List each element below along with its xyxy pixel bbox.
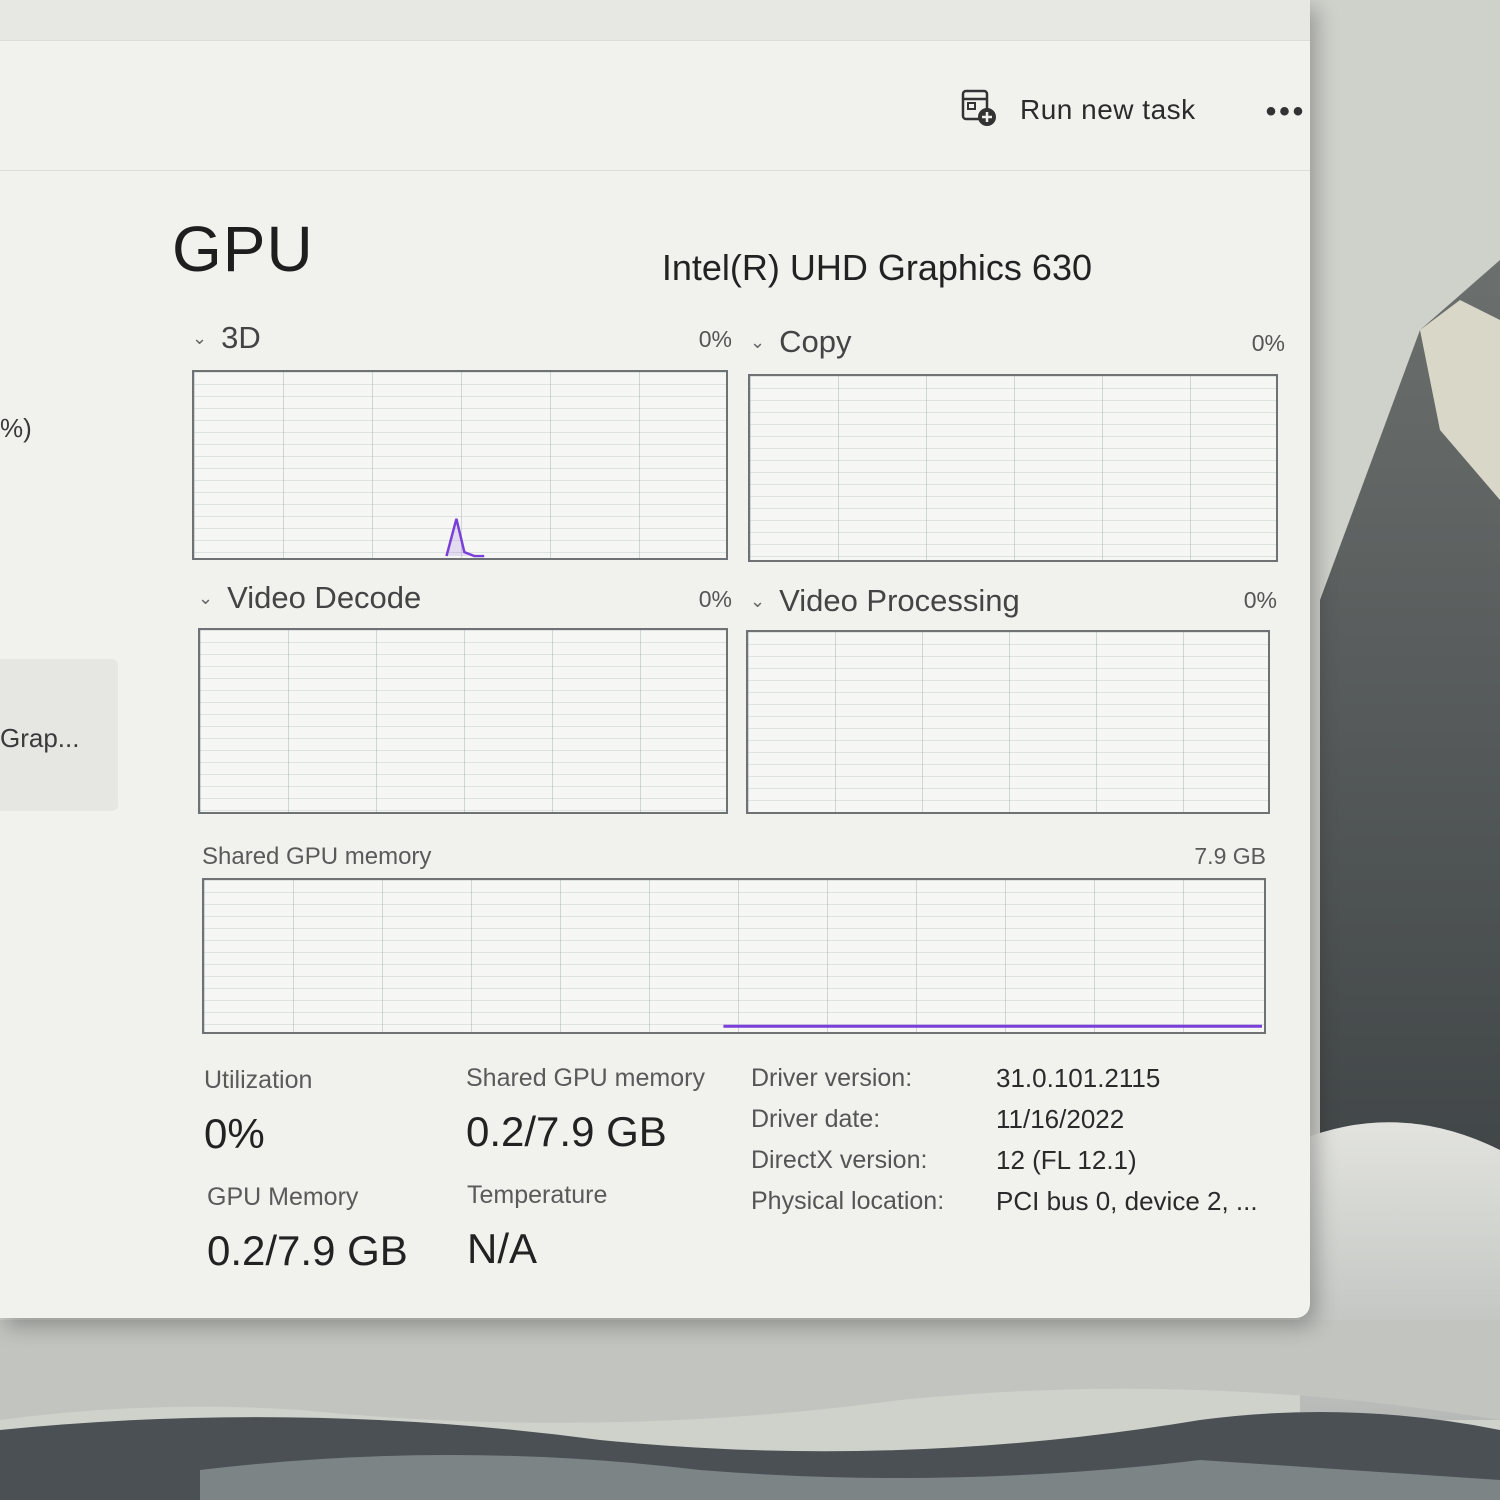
shared-memory-label: Shared GPU memory — [466, 1064, 705, 1092]
physical-location-key: Physical location: — [751, 1187, 945, 1215]
utilization-label: Utilization — [204, 1066, 313, 1094]
sidebar-fragment-gpu-name[interactable]: Grap... — [0, 723, 79, 754]
engine-video-decode-selector[interactable]: ⌄ Video Decode — [198, 580, 421, 616]
more-options-button[interactable]: ••• — [1262, 92, 1310, 132]
task-manager-window: %) Grap... Run new task ••• GPU Intel(R)… — [0, 0, 1310, 1318]
page-title: GPU — [172, 213, 314, 285]
run-task-icon — [960, 88, 1000, 133]
run-new-task-button[interactable]: Run new task — [960, 86, 1196, 134]
engine-video-processing-selector[interactable]: ⌄ Video Processing — [750, 583, 1020, 619]
directx-version-value: 12 (FL 12.1) — [996, 1145, 1137, 1175]
shared-memory-graph-label: Shared GPU memory — [202, 843, 432, 870]
engine-video-processing-label: Video Processing — [779, 583, 1020, 618]
utilization-value: 0% — [204, 1110, 265, 1157]
shared-memory-graph — [202, 878, 1266, 1034]
engine-copy-selector[interactable]: ⌄ Copy — [750, 324, 851, 360]
gpu-memory-label: GPU Memory — [207, 1183, 359, 1211]
temperature-value: N/A — [467, 1225, 538, 1272]
temperature-label: Temperature — [467, 1181, 608, 1209]
engine-copy-graph — [748, 374, 1278, 562]
chevron-down-icon: ⌄ — [750, 590, 766, 611]
gpu-memory-value: 0.2/7.9 GB — [207, 1227, 408, 1274]
driver-version-value: 31.0.101.2115 — [996, 1063, 1161, 1093]
gpu-device-name: Intel(R) UHD Graphics 630 — [661, 247, 1092, 288]
chevron-down-icon: ⌄ — [750, 331, 766, 352]
engine-video-decode-percent: 0% — [698, 586, 732, 612]
engine-3d-graph — [192, 370, 728, 560]
engine-video-processing-percent: 0% — [1243, 587, 1277, 613]
sidebar: %) Grap... — [0, 171, 120, 1318]
engine-copy-label: Copy — [779, 324, 852, 359]
engine-video-processing-graph — [746, 630, 1270, 814]
driver-date-key: Driver date: — [751, 1105, 881, 1133]
driver-version-key: Driver version: — [751, 1064, 913, 1092]
shared-memory-value: 0.2/7.9 GB — [466, 1108, 667, 1155]
directx-version-key: DirectX version: — [751, 1146, 928, 1174]
engine-3d-label: 3D — [221, 320, 261, 355]
more-icon: ••• — [1265, 95, 1307, 128]
chevron-down-icon: ⌄ — [198, 587, 214, 608]
shared-memory-graph-max: 7.9 GB — [1194, 843, 1266, 869]
engine-video-decode-graph — [198, 628, 728, 814]
sidebar-fragment-percent: %) — [0, 413, 32, 443]
engine-3d-percent: 0% — [698, 326, 732, 352]
driver-date-value: 11/16/2022 — [996, 1104, 1125, 1134]
engine-3d-selector[interactable]: ⌄ 3D — [192, 320, 261, 356]
physical-location-value: PCI bus 0, device 2, ... — [996, 1186, 1258, 1216]
chevron-down-icon: ⌄ — [192, 327, 208, 348]
engine-copy-percent: 0% — [1251, 330, 1285, 356]
engine-video-decode-label: Video Decode — [227, 580, 422, 615]
engine-3d-usage-line — [445, 518, 485, 558]
run-new-task-label: Run new task — [1020, 94, 1196, 125]
